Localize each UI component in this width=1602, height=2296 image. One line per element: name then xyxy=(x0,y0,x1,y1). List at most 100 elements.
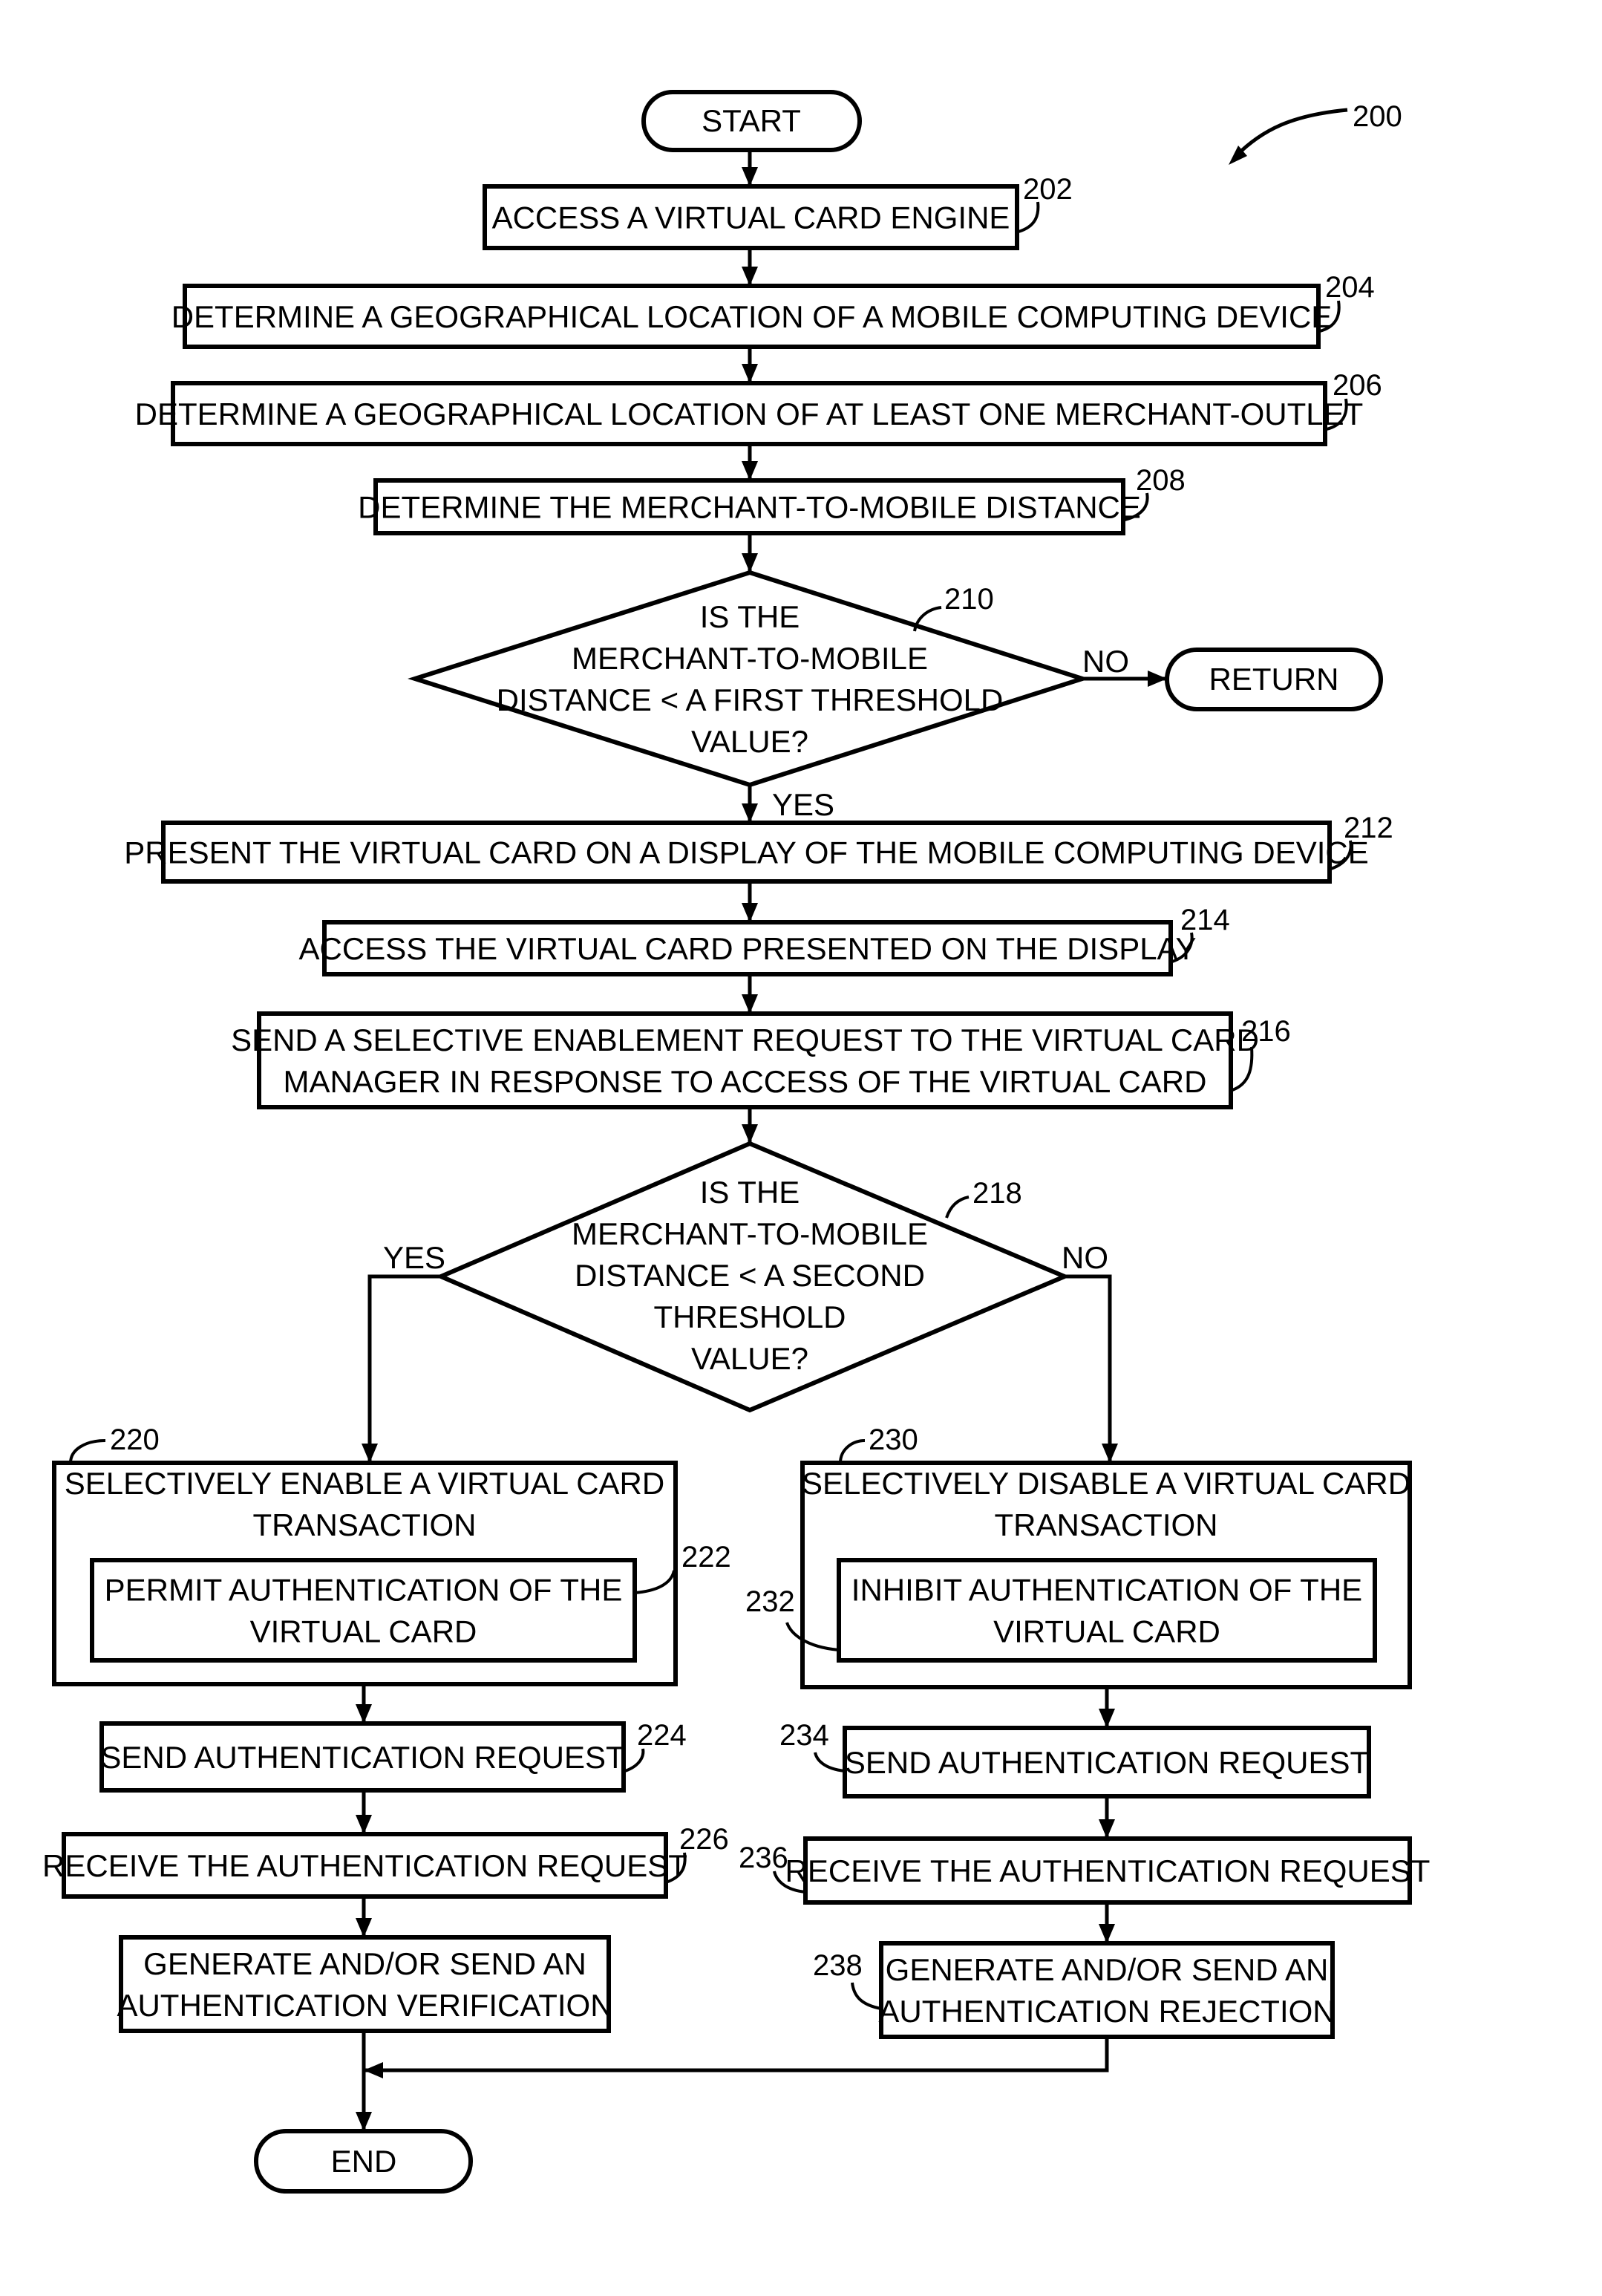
step-226-box: RECEIVE THE AUTHENTICATION REQUEST xyxy=(42,1832,687,1899)
step-text-line: PERMIT AUTHENTICATION OF THE xyxy=(105,1573,623,1608)
step-228-box: GENERATE AND/OR SEND AN AUTHENTICATION VE… xyxy=(117,1935,613,2033)
step-text-line: VIRTUAL CARD xyxy=(993,1614,1220,1649)
svg-text:208: 208 xyxy=(1136,464,1186,497)
step-text-line: MERCHANT-TO-MOBILE xyxy=(572,1216,928,1251)
start-terminal: START xyxy=(641,90,862,152)
svg-text:234: 234 xyxy=(779,1719,829,1752)
flowchart: 200 START ACCESS A VIRTUAL CARD ENGINE 20… xyxy=(42,90,1431,2194)
svg-text:204: 204 xyxy=(1325,271,1375,304)
step-text-line: PRESENT THE VIRTUAL CARD ON A DISPLAY OF… xyxy=(124,835,1369,870)
return-terminal: RETURN xyxy=(1165,648,1383,711)
svg-text:214: 214 xyxy=(1180,904,1230,936)
arrowhead xyxy=(1099,1709,1115,1728)
step-text-line: VIRTUAL CARD xyxy=(250,1614,477,1649)
svg-text:206: 206 xyxy=(1333,369,1382,402)
ref-210: 210 xyxy=(913,583,994,632)
svg-text:232: 232 xyxy=(745,1585,795,1618)
step-222-box: PERMIT AUTHENTICATION OF THE VIRTUAL CARD xyxy=(90,1558,637,1663)
svg-text:200: 200 xyxy=(1353,100,1402,133)
step-234-box: SEND AUTHENTICATION REQUEST xyxy=(843,1726,1371,1798)
step-text-line: RECEIVE THE AUTHENTICATION REQUEST xyxy=(42,1848,687,1883)
step-text-line: IS THE xyxy=(700,1175,800,1210)
step-202-box: ACCESS A VIRTUAL CARD ENGINE xyxy=(483,184,1019,250)
ref-202: 202 xyxy=(1018,173,1073,233)
arrowhead xyxy=(742,1124,758,1144)
step-214-box: ACCESS THE VIRTUAL CARD PRESENTED ON THE… xyxy=(299,920,1197,976)
arrowhead xyxy=(742,364,758,383)
arrowhead xyxy=(742,553,758,573)
step-text-line: TRANSACTION xyxy=(252,1507,476,1542)
step-text-line: SEND AUTHENTICATION REQUEST xyxy=(845,1745,1369,1780)
step-text-line: DETERMINE A GEOGRAPHICAL LOCATION OF AT … xyxy=(135,397,1364,431)
decision-218-yes-label: YES xyxy=(383,1240,445,1275)
step-text-line: SEND A SELECTIVE ENABLEMENT REQUEST TO T… xyxy=(231,1023,1259,1057)
arrowhead xyxy=(742,267,758,286)
svg-text:RETURN: RETURN xyxy=(1209,662,1339,697)
svg-text:210: 210 xyxy=(944,583,994,616)
svg-text:START: START xyxy=(702,103,801,138)
step-text-line: AUTHENTICATION VERIFICATION xyxy=(117,1988,612,2023)
step-212-box: PRESENT THE VIRTUAL CARD ON A DISPLAY OF… xyxy=(124,821,1369,884)
end-terminal: END xyxy=(254,2129,473,2194)
svg-text:216: 216 xyxy=(1241,1015,1291,1048)
step-224-box: SEND AUTHENTICATION REQUEST xyxy=(99,1721,626,1793)
step-text-line: GENERATE AND/OR SEND AN xyxy=(143,1946,586,1981)
svg-text:224: 224 xyxy=(637,1719,687,1752)
svg-text:220: 220 xyxy=(110,1423,160,1456)
decision-210-no-label: NO xyxy=(1082,644,1129,679)
svg-text:END: END xyxy=(331,2144,397,2179)
step-232-box: INHIBIT AUTHENTICATION OF THE VIRTUAL CAR… xyxy=(837,1558,1377,1663)
ref-238: 238 xyxy=(813,1949,882,2010)
step-text-line: RECEIVE THE AUTHENTICATION REQUEST xyxy=(785,1853,1431,1888)
step-text-line: THRESHOLD xyxy=(653,1299,846,1334)
arrowhead xyxy=(742,803,758,823)
step-text-line: ACCESS A VIRTUAL CARD ENGINE xyxy=(492,200,1010,235)
arrowhead xyxy=(742,994,758,1014)
arrowhead xyxy=(1148,671,1167,687)
arrowhead xyxy=(1099,1819,1115,1839)
step-text-line: DISTANCE < A SECOND xyxy=(575,1258,925,1293)
arrowhead xyxy=(742,167,758,186)
arrowhead xyxy=(742,903,758,922)
nodes: ACCESS A VIRTUAL CARD ENGINE 202 DETERMINE… xyxy=(42,173,1431,2039)
step-text-line: VALUE? xyxy=(691,724,808,759)
step-text-line: SELECTIVELY DISABLE A VIRTUAL CARD xyxy=(802,1466,1410,1501)
arrowhead xyxy=(1102,1444,1118,1463)
arrowhead xyxy=(1099,1924,1115,1943)
svg-text:238: 238 xyxy=(813,1949,863,1982)
arrowhead xyxy=(362,1444,378,1463)
arrowhead xyxy=(356,1918,372,1937)
step-204-box: DETERMINE A GEOGRAPHICAL LOCATION OF A M… xyxy=(171,284,1333,349)
step-text-line: VALUE? xyxy=(691,1341,808,1376)
ref-234: 234 xyxy=(779,1719,846,1772)
svg-text:202: 202 xyxy=(1023,173,1073,206)
step-text-line: SEND AUTHENTICATION REQUEST xyxy=(100,1740,624,1775)
svg-text:222: 222 xyxy=(681,1541,731,1573)
step-text-line: DETERMINE A GEOGRAPHICAL LOCATION OF A M… xyxy=(171,299,1333,334)
step-text-line: DISTANCE < A FIRST THRESHOLD xyxy=(497,682,1004,717)
arrowhead xyxy=(356,1704,372,1723)
step-236-box: RECEIVE THE AUTHENTICATION REQUEST xyxy=(785,1836,1431,1905)
step-text-line: INHIBIT AUTHENTICATION OF THE xyxy=(851,1573,1362,1608)
svg-text:230: 230 xyxy=(869,1423,918,1456)
step-text-line: MANAGER IN RESPONSE TO ACCESS OF THE VIR… xyxy=(284,1064,1207,1099)
svg-text:212: 212 xyxy=(1344,812,1393,844)
arrowhead xyxy=(356,2112,372,2131)
step-208-box: DETERMINE THE MERCHANT-TO-MOBILE DISTANC… xyxy=(358,478,1141,535)
svg-text:218: 218 xyxy=(972,1177,1022,1210)
step-text-line: DETERMINE THE MERCHANT-TO-MOBILE DISTANC… xyxy=(358,490,1141,525)
ref-220: 220 xyxy=(69,1423,160,1464)
step-text-line: SELECTIVELY ENABLE A VIRTUAL CARD xyxy=(65,1466,664,1501)
step-text-line: GENERATE AND/OR SEND AN xyxy=(886,1952,1329,1987)
step-text-line: MERCHANT-TO-MOBILE xyxy=(572,641,928,676)
arrowhead xyxy=(742,461,758,480)
svg-text:226: 226 xyxy=(679,1823,729,1856)
ref-230: 230 xyxy=(839,1423,918,1464)
step-216-box: SEND A SELECTIVE ENABLEMENT REQUEST TO T… xyxy=(231,1011,1259,1109)
svg-text:236: 236 xyxy=(739,1842,788,1874)
step-text-line: TRANSACTION xyxy=(994,1507,1217,1542)
arrowhead xyxy=(364,2062,383,2078)
step-text-line: ACCESS THE VIRTUAL CARD PRESENTED ON THE… xyxy=(299,931,1197,966)
figure-ref-200: 200 xyxy=(1229,100,1402,165)
step-206-box: DETERMINE A GEOGRAPHICAL LOCATION OF AT … xyxy=(135,381,1364,446)
